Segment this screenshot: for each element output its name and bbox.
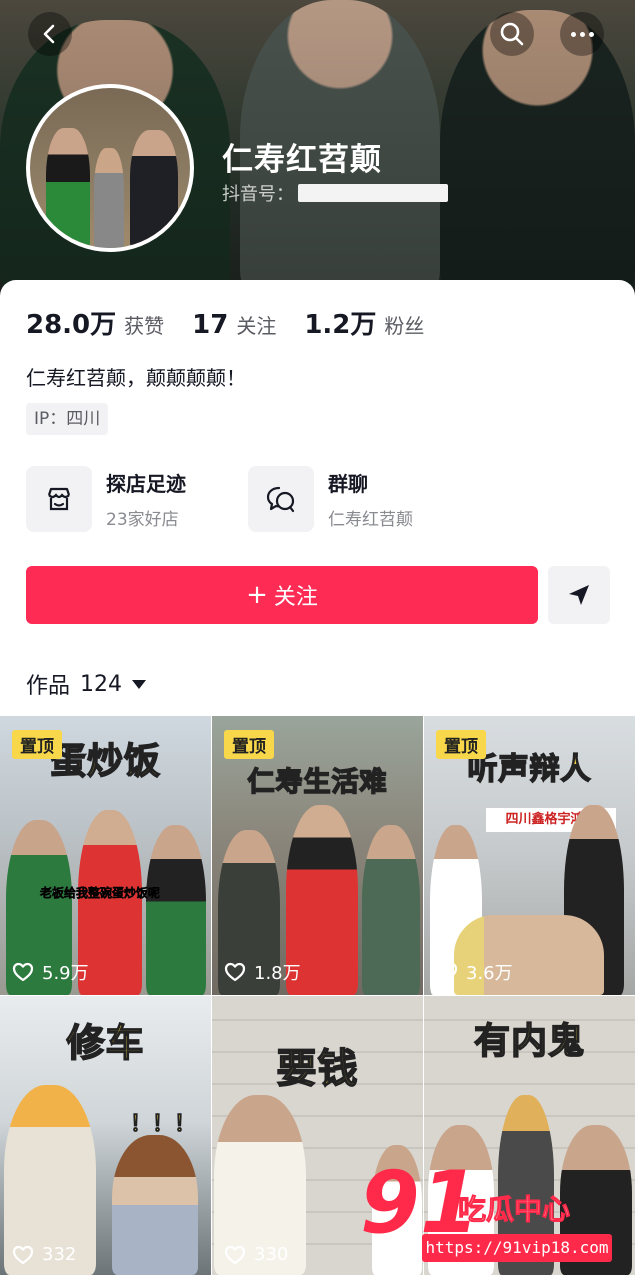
video-tile[interactable]: 蛋炒饭 置顶 老板给我整碗蛋炒饭呢 5.9万 (0, 716, 211, 995)
service-title: 探店足迹 (106, 472, 186, 496)
search-icon (500, 22, 524, 46)
followers-label[interactable]: 粉丝 (384, 310, 424, 339)
service-subtitle: 23家好店 (106, 510, 179, 530)
heart-icon (224, 1245, 246, 1264)
following-count[interactable]: 17 (192, 310, 228, 340)
video-likes: 1.8万 (224, 959, 301, 985)
profile-name: 仁寿红苕颠 (222, 142, 382, 178)
more-dot-icon (570, 31, 576, 37)
video-tile[interactable]: 四川鑫格宇鸿商 听声辩人 置顶 3.6万 (424, 716, 635, 995)
chevron-left-icon (43, 24, 55, 44)
service-store-visits[interactable]: 探店足迹 23家好店 (26, 466, 186, 532)
back-button[interactable] (28, 12, 72, 56)
likes-count: 28.0万 (26, 310, 117, 340)
profile-bio: 仁寿红苕颠，颠颠颠颠！ (26, 366, 246, 390)
send-icon (569, 585, 589, 605)
group-chat-icon (266, 486, 295, 513)
profile-stats: 28.0万 获赞 17 关注 1.2万 粉丝 (26, 304, 452, 341)
video-title: 仁寿生活难 (247, 766, 388, 799)
service-subtitle: 仁寿红苕颠 (328, 510, 413, 530)
likes-label: 获赞 (124, 314, 165, 338)
exclaim-text: ！！！ (129, 1112, 197, 1138)
watermark-text: 吃瓜中心 (457, 1193, 571, 1227)
pinned-badge: 置顶 (436, 730, 486, 759)
works-count: 124 (80, 671, 123, 697)
video-caption: 老板给我整碗蛋炒饭呢 (40, 886, 161, 901)
heart-icon (436, 962, 458, 982)
video-title: 要钱 (276, 1045, 359, 1093)
pinned-badge: 置顶 (12, 730, 62, 759)
plus-icon: + (246, 580, 268, 610)
follow-label: 关注 (273, 585, 318, 610)
pinned-badge: 置顶 (224, 730, 274, 759)
following-label[interactable]: 关注 (236, 310, 276, 339)
works-label: 作品 (26, 674, 71, 699)
video-title: 修车 (66, 1020, 145, 1066)
service-group-chat[interactable]: 群聊 仁寿红苕颠 (248, 466, 413, 532)
follow-button[interactable]: + 关注 (26, 566, 538, 624)
video-likes: 3.6万 (436, 959, 513, 985)
video-likes: 330 (224, 1244, 288, 1265)
douyin-id[interactable]: 抖音号： (222, 180, 448, 206)
heart-icon (12, 1245, 34, 1264)
followers-count[interactable]: 1.2万 (304, 304, 376, 341)
store-icon (47, 487, 71, 511)
watermark-url: https://91vip18.com (422, 1234, 612, 1262)
video-tile[interactable]: 仁寿生活难 置顶 1.8万 (212, 716, 423, 995)
search-button[interactable] (490, 12, 534, 56)
ip-location-tag: IP：四川 (26, 403, 109, 435)
more-button[interactable] (560, 12, 604, 56)
avatar[interactable] (26, 84, 194, 252)
service-title: 群聊 (328, 472, 368, 496)
send-message-button[interactable] (548, 566, 610, 624)
tab-works[interactable]: 作品 124 (26, 668, 147, 700)
site-watermark: 91 吃瓜中心 https://91vip18.com (360, 1160, 620, 1268)
redacted-id (298, 184, 448, 202)
heart-icon (12, 962, 34, 982)
caret-down-icon (132, 679, 147, 689)
video-likes: 5.9万 (12, 959, 89, 985)
heart-icon (224, 962, 246, 982)
video-tile[interactable]: ！！！ 修车 332 (0, 996, 211, 1275)
video-likes: 332 (12, 1244, 76, 1265)
video-title: 有内鬼 (473, 1020, 585, 1063)
